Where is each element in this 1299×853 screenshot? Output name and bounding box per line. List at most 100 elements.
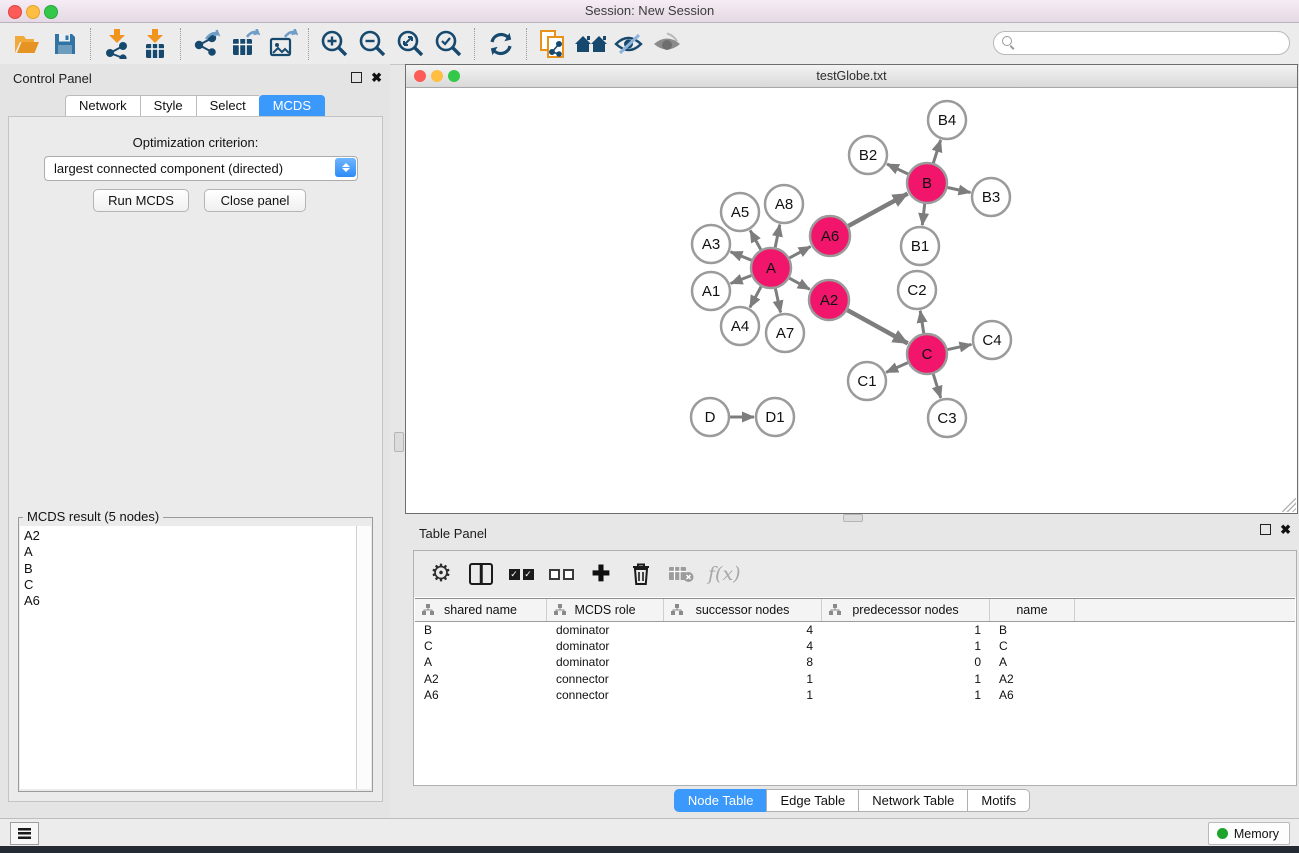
graph-node-label: C1 [857,373,876,390]
delete-table-icon[interactable] [668,559,694,589]
memory-button[interactable]: Memory [1208,822,1290,845]
add-column-icon[interactable]: ✚ [588,559,614,589]
tab-mcds[interactable]: MCDS [259,95,325,117]
optimization-criterion-select[interactable]: largest connected component (directed) [44,156,358,181]
mcds-result-item[interactable]: A6 [20,593,356,609]
edge-C-C3 [933,374,940,398]
network-view-window: testGlobe.txt AA1A2A3A4A5A6A7A8BB1B2B3B4… [405,64,1298,514]
hide-selected-icon[interactable] [610,27,648,61]
splitpane-handle-vertical[interactable] [394,432,404,452]
close-panel-button[interactable]: Close panel [204,189,306,212]
task-history-button[interactable] [10,822,39,845]
column-header-successor-nodes[interactable]: successor nodes [664,599,822,621]
close-table-panel-icon[interactable]: ✖ [1280,524,1291,535]
tab-motifs[interactable]: Motifs [967,789,1030,812]
table-panel-box: ⚙ ✓✓ ✚ [413,550,1297,786]
table-cell: 4 [664,638,822,654]
duplicate-network-icon[interactable] [534,27,572,61]
tab-network-table[interactable]: Network Table [858,789,967,812]
table-row[interactable]: A2connector11A2 [415,671,1295,687]
tab-network[interactable]: Network [65,95,140,117]
delete-column-trash-icon[interactable] [628,559,654,589]
table-cell: dominator [547,638,664,654]
export-table-icon[interactable] [226,27,264,61]
tab-node-table[interactable]: Node Table [674,789,767,812]
mcds-result-item[interactable]: B [20,561,356,577]
dropdown-stepper-icon [335,158,356,177]
graph-node-label: A1 [702,283,720,300]
zoom-out-icon[interactable] [354,27,392,61]
refresh-icon[interactable] [482,27,520,61]
edge-C-C2 [920,311,924,334]
table-row[interactable]: A6connector11A6 [415,687,1295,703]
graph-node-label: C [922,346,933,363]
network-canvas[interactable]: AA1A2A3A4A5A6A7A8BB1B2B3B4CC1C2C3C4DD1 [406,87,1295,511]
show-selected-icon[interactable] [648,27,686,61]
close-panel-icon[interactable]: ✖ [371,72,382,83]
float-table-panel-icon[interactable] [1260,524,1271,535]
import-table-icon[interactable] [136,27,174,61]
column-header-predecessor-nodes[interactable]: predecessor nodes [822,599,990,621]
show-all-networks-icon[interactable] [572,27,610,61]
zoom-fit-icon[interactable] [392,27,430,61]
graph-node-label: A2 [820,292,838,309]
table-toolbar: ⚙ ✓✓ ✚ [414,551,1296,597]
graph-node-label: B1 [911,238,929,255]
toolbar-separator [90,28,92,60]
table-panel-tabs: Node TableEdge TableNetwork TableMotifs [405,789,1299,812]
select-all-rows-icon[interactable]: ✓✓ [508,559,534,589]
float-panel-icon[interactable] [351,72,362,83]
import-network-icon[interactable] [98,27,136,61]
mcds-result-item[interactable]: C [20,577,356,593]
toolbar-separator [526,28,528,60]
tab-edge-table[interactable]: Edge Table [766,789,858,812]
toolbar-separator [474,28,476,60]
column-label: name [1016,603,1047,617]
column-header-shared-name[interactable]: shared name [415,599,547,621]
column-header-MCDS-role[interactable]: MCDS role [547,599,664,621]
tab-style[interactable]: Style [140,95,196,117]
table-row[interactable]: Cdominator41C [415,638,1295,654]
save-session-icon[interactable] [46,27,84,61]
mcds-result-item[interactable]: A [20,544,356,560]
show-columns-icon[interactable] [468,559,494,589]
table-cell: B [990,622,1075,638]
mcds-result-scrollbar[interactable] [356,526,371,789]
open-file-icon[interactable] [8,27,46,61]
desktop-background [0,846,1299,853]
table-cell: 1 [822,671,990,687]
zoom-selected-icon[interactable] [430,27,468,61]
network-window-titlebar[interactable]: testGlobe.txt [406,65,1297,88]
control-panel-tabs: NetworkStyleSelectMCDS [0,95,390,117]
mcds-result-item[interactable]: A2 [20,528,356,544]
graph-node-label: D1 [765,409,784,426]
deselect-all-rows-icon[interactable] [548,559,574,589]
edge-A-A7 [775,289,780,313]
table-row[interactable]: Adominator80A [415,654,1295,670]
table-cell: 4 [664,622,822,638]
function-builder-icon[interactable]: f(x) [708,559,741,589]
edge-B-B2 [887,164,908,174]
table-row[interactable]: Bdominator41B [415,622,1295,638]
table-settings-gear-icon[interactable]: ⚙ [428,559,454,589]
memory-status-dot [1217,828,1228,839]
table-cell: A6 [415,687,547,703]
table-cell: 1 [664,671,822,687]
window-resize-grip[interactable] [1282,498,1296,512]
column-header-name[interactable]: name [990,599,1075,621]
export-network-icon[interactable] [188,27,226,61]
search-input[interactable] [993,31,1290,55]
table-cell: 1 [664,687,822,703]
tab-select[interactable]: Select [196,95,259,117]
mcds-result-list[interactable]: A2ABCA6 [20,526,356,789]
column-label: shared name [444,603,517,617]
edge-A-A4 [750,287,761,308]
control-panel: Control Panel ✖ NetworkStyleSelectMCDS O… [0,64,390,818]
zoom-in-icon[interactable] [316,27,354,61]
table-cell: A [415,654,547,670]
table-cell: 1 [822,622,990,638]
table-cell: A [990,654,1075,670]
export-image-icon[interactable] [264,27,302,61]
optimization-criterion-label: Optimization criterion: [9,135,382,150]
run-mcds-button[interactable]: Run MCDS [93,189,189,212]
